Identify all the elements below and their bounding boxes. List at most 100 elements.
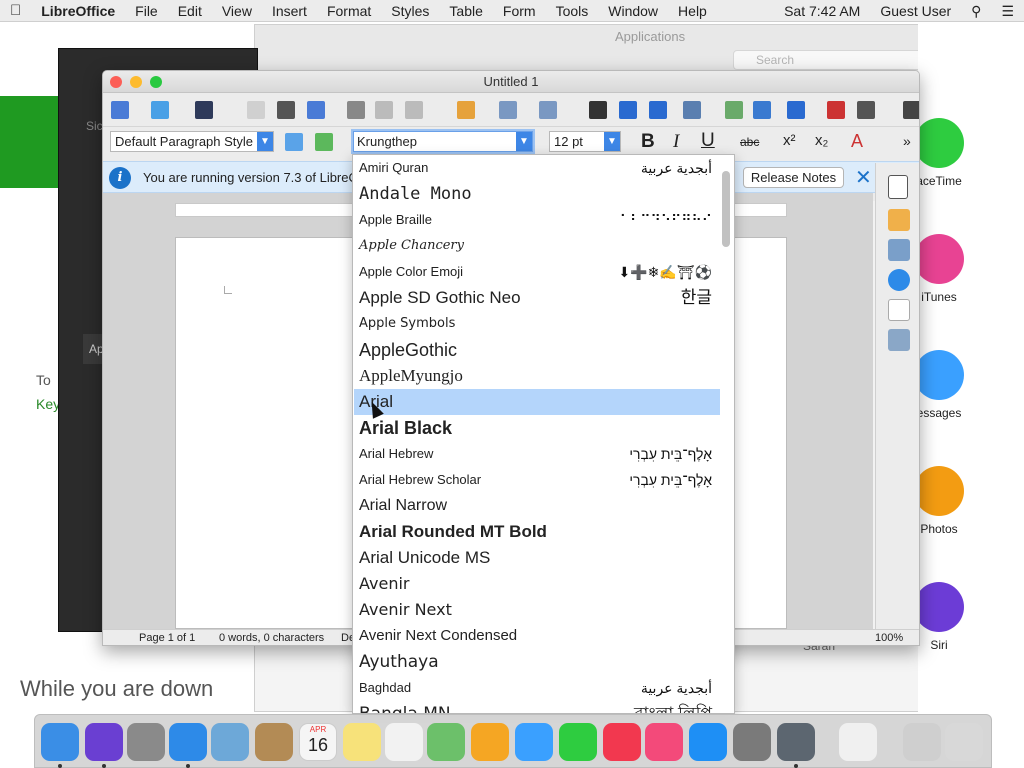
menu-form[interactable]: Form [493, 0, 546, 22]
chevron-down-icon[interactable]: ▼ [516, 132, 532, 151]
chevron-down-icon[interactable]: ▼ [604, 132, 620, 151]
font-option[interactable]: Arial Hebrew אָלֶף־בֵּית עִבְרִי [354, 441, 720, 467]
update-style-icon[interactable] [285, 133, 303, 151]
font-option[interactable]: AppleGothic [354, 337, 720, 363]
strikethrough-icon[interactable]: abc [740, 135, 759, 149]
menu-tools[interactable]: Tools [546, 0, 599, 22]
app-menu[interactable]: LibreOffice [31, 0, 125, 22]
font-option[interactable]: Bangla MN বাংলা লিপি [354, 701, 720, 713]
siri-icon[interactable] [85, 723, 123, 761]
print-icon[interactable] [277, 101, 295, 119]
notes-icon[interactable] [343, 723, 381, 761]
formatting-marks-icon[interactable] [649, 101, 667, 119]
styles-icon[interactable] [888, 209, 910, 231]
font-option[interactable]: Ayuthaya [354, 649, 720, 675]
menu-window[interactable]: Window [598, 0, 668, 22]
menu-file[interactable]: File [125, 0, 168, 22]
menu-edit[interactable]: Edit [168, 0, 212, 22]
minimize-window-button[interactable] [130, 76, 142, 88]
font-option[interactable]: Arial Unicode MS [354, 545, 720, 571]
paragraph-style-select[interactable]: Default Paragraph Style ▼ [110, 131, 274, 152]
system-preferences-icon[interactable] [733, 723, 771, 761]
music-icon[interactable] [645, 723, 683, 761]
apple-icon[interactable]:  [0, 0, 31, 22]
menu-table[interactable]: Table [439, 0, 492, 22]
superscript-icon[interactable]: x² [783, 132, 796, 149]
properties-icon[interactable] [888, 175, 908, 199]
page-icon[interactable] [888, 299, 910, 321]
spelling-icon[interactable] [619, 101, 637, 119]
clear-formatting-icon[interactable]: A [851, 131, 863, 152]
menu-format[interactable]: Format [317, 0, 381, 22]
chevron-down-icon[interactable]: ▼ [257, 132, 273, 151]
export-pdf-icon[interactable] [247, 101, 265, 119]
contacts-icon[interactable] [255, 723, 293, 761]
notification-center-icon[interactable]: ☰ [991, 0, 1024, 22]
more-toolbar-icon[interactable]: » [903, 133, 911, 149]
redo-icon[interactable] [539, 101, 557, 119]
font-option[interactable]: AppleMyungjo [354, 363, 720, 389]
font-option[interactable]: Arial Rounded MT Bold [354, 519, 720, 545]
page-break-icon[interactable] [827, 101, 845, 119]
italic-icon[interactable]: I [673, 131, 679, 153]
font-option[interactable]: Andale Mono [354, 181, 720, 207]
menu-insert[interactable]: Insert [262, 0, 317, 22]
font-option[interactable]: Apple Chancery [354, 233, 720, 259]
release-notes-button[interactable]: Release Notes [743, 167, 844, 188]
font-option[interactable]: Baghdad أبجدية عربية [354, 675, 720, 701]
menu-view[interactable]: View [212, 0, 262, 22]
find-replace-icon[interactable] [589, 101, 607, 119]
save-icon[interactable] [195, 101, 213, 119]
font-option[interactable]: Arial [354, 389, 720, 415]
cut-icon[interactable] [347, 101, 365, 119]
undo-icon[interactable] [499, 101, 517, 119]
appstore-icon[interactable] [689, 723, 727, 761]
user-menu[interactable]: Guest User [870, 0, 961, 22]
copy-icon[interactable] [375, 101, 393, 119]
font-option[interactable]: Apple Color Emoji ⬇➕❄✍⛩⚽ [354, 259, 720, 285]
menu-styles[interactable]: Styles [381, 0, 439, 22]
insert-chart-icon[interactable] [753, 101, 771, 119]
insert-image-icon[interactable] [725, 101, 743, 119]
search-icon[interactable]: ⚲ [961, 0, 991, 22]
font-option[interactable]: Arial Narrow [354, 493, 720, 519]
document-icon[interactable] [839, 723, 877, 761]
launchpad-icon[interactable] [127, 723, 165, 761]
navigator-icon[interactable] [888, 269, 910, 291]
font-option[interactable]: Avenir [354, 571, 720, 597]
photos-icon[interactable] [471, 723, 509, 761]
font-option[interactable]: Avenir Next [354, 597, 720, 623]
font-option[interactable]: Arial Hebrew Scholar אָלֶף־בֵּית עִבְרִי [354, 467, 720, 493]
font-size-input[interactable]: 12 pt ▼ [549, 131, 621, 152]
dropdown-scrollbar-thumb[interactable] [722, 171, 730, 247]
preview-icon[interactable] [211, 723, 249, 761]
new-style-icon[interactable] [315, 133, 333, 151]
zoom-level[interactable]: 100% [875, 630, 903, 645]
clone-formatting-icon[interactable] [457, 101, 475, 119]
close-icon[interactable]: ✕ [855, 165, 872, 190]
open-folder-icon[interactable] [151, 101, 169, 119]
manage-changes-icon[interactable] [888, 329, 910, 351]
bold-icon[interactable]: B [641, 131, 655, 153]
menu-help[interactable]: Help [668, 0, 717, 22]
font-option[interactable]: Apple Braille ⠁⠃⠉⠙⠑⠋⠛⠓⠊ [354, 207, 720, 233]
safari-icon[interactable] [169, 723, 207, 761]
close-window-button[interactable] [110, 76, 122, 88]
font-name-input[interactable]: Krungthep ▼ [353, 131, 533, 152]
maps-icon[interactable] [427, 723, 465, 761]
insert-textbox-icon[interactable] [787, 101, 805, 119]
insert-field-icon[interactable] [857, 101, 875, 119]
new-document-icon[interactable] [111, 101, 129, 119]
more-icon[interactable] [903, 101, 919, 119]
messages-icon[interactable] [515, 723, 553, 761]
subscript-icon[interactable]: x₂ [815, 132, 828, 149]
calendar-icon[interactable]: APR 16 [299, 723, 337, 761]
font-option[interactable]: Arial Black [354, 415, 720, 441]
font-option[interactable]: Avenir Next Condensed [354, 623, 720, 649]
libreoffice-icon[interactable] [777, 723, 815, 761]
trash-icon[interactable] [945, 723, 983, 761]
gallery-icon[interactable] [888, 239, 910, 261]
font-option[interactable]: Apple Symbols [354, 311, 720, 337]
finder-icon[interactable] [41, 723, 79, 761]
insert-table-icon[interactable] [683, 101, 701, 119]
